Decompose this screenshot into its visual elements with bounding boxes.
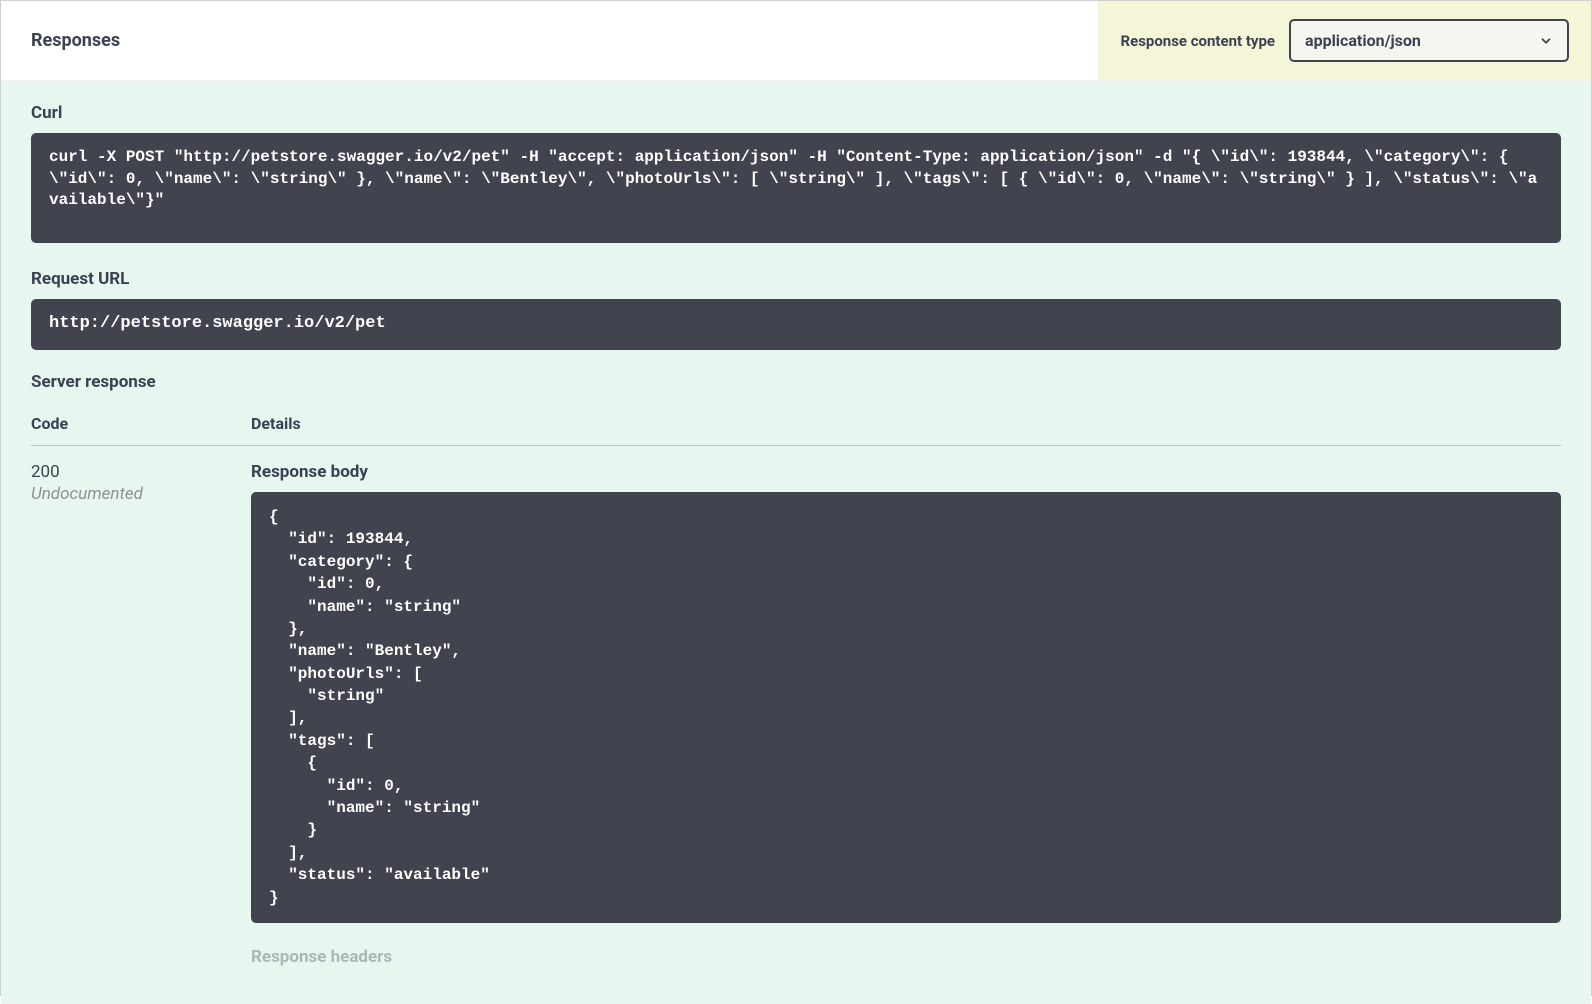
request-url-block[interactable]: http://petstore.swagger.io/v2/pet <box>31 299 1561 350</box>
col-details-header: Details <box>251 414 1561 433</box>
responses-panel: Curl curl -X POST "http://petstore.swagg… <box>1 81 1591 1004</box>
content-type-section: Response content type application/json <box>1098 1 1591 80</box>
details-cell: Response body { "id": 193844, "category"… <box>251 462 1561 967</box>
content-type-label: Response content type <box>1120 32 1275 50</box>
responses-title: Responses <box>31 30 120 51</box>
response-body-block[interactable]: { "id": 193844, "category": { "id": 0, "… <box>251 492 1561 923</box>
content-type-value: application/json <box>1305 31 1421 50</box>
response-code: 200 <box>31 462 251 482</box>
request-url-label: Request URL <box>31 269 1561 289</box>
col-code-header: Code <box>31 414 251 433</box>
curl-code-block[interactable]: curl -X POST "http://petstore.swagger.io… <box>31 133 1561 243</box>
curl-label: Curl <box>31 103 1561 123</box>
response-table-head: Code Details <box>31 414 1561 446</box>
undocumented-label: Undocumented <box>31 484 251 504</box>
response-row: 200 Undocumented Response body { "id": 1… <box>31 462 1561 967</box>
server-response-label: Server response <box>31 372 1561 392</box>
response-headers-label: Response headers <box>251 947 1561 967</box>
responses-header: Responses Response content type applicat… <box>1 1 1591 81</box>
chevron-down-icon <box>1539 34 1553 48</box>
code-cell: 200 Undocumented <box>31 462 251 967</box>
response-body-label: Response body <box>251 462 1561 482</box>
content-type-select[interactable]: application/json <box>1289 19 1569 62</box>
